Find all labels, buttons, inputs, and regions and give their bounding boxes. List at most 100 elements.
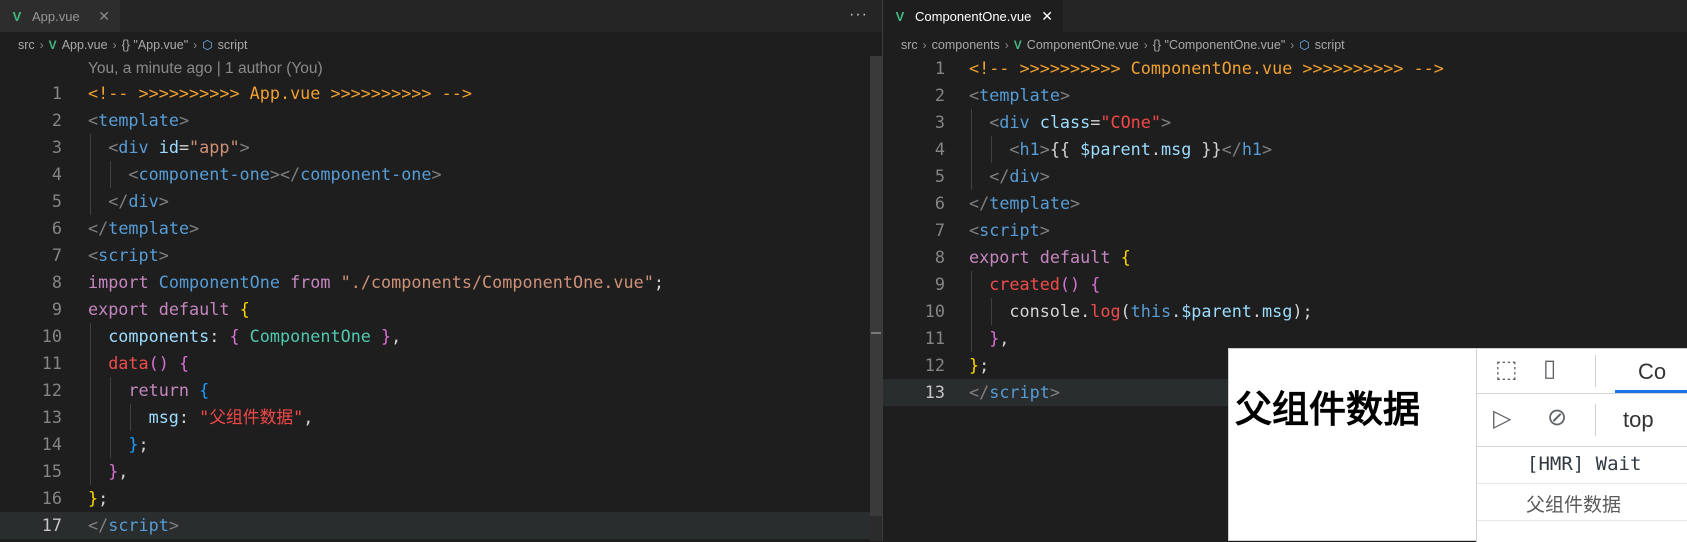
code-line[interactable]: 8 import ComponentOne from "./components/… — [0, 269, 882, 296]
line-code: }; — [88, 485, 108, 512]
code-token: "app" — [189, 137, 240, 157]
line-code: <div class="COne"> — [969, 109, 1171, 136]
code-token: "父组件数据" — [199, 407, 304, 427]
code-line[interactable]: 17 </script> — [0, 512, 882, 539]
toolbar-separator — [1595, 355, 1596, 387]
line-number: 6 — [934, 193, 945, 213]
code-line[interactable]: 7 <script> — [883, 217, 1687, 244]
browser-preview: 父组件数据 ⬚ ▯ Co ▷ ⊘ top [HMR] Wait 父组件数据 — [1228, 348, 1687, 542]
line-number: 10 — [41, 326, 62, 346]
close-icon[interactable]: ✕ — [1041, 8, 1053, 25]
left-editor-pane[interactable]: V App.vue ✕ ··· src › V App.vue › {} "Ap… — [0, 0, 882, 541]
code-line[interactable]: 9 created() { — [883, 271, 1687, 298]
code-token: } — [969, 355, 980, 375]
code-line[interactable]: 1 <!-- >>>>>>>>>> App.vue >>>>>>>>>> --> — [0, 80, 882, 107]
line-code: </div> — [88, 188, 169, 215]
code-line[interactable]: 9 export default { — [0, 296, 882, 323]
code-line[interactable]: 2 <template> — [0, 107, 882, 134]
breadcrumb-module[interactable]: {} "ComponentOne.vue" — [1153, 38, 1286, 52]
line-code: <!-- >>>>>>>>>> ComponentOne.vue >>>>>>>… — [969, 55, 1444, 82]
breadcrumb: src › V App.vue › {} "App.vue" › ⬡ scrip… — [18, 34, 248, 56]
breadcrumb-script[interactable]: script — [218, 38, 248, 52]
inspect-element-icon[interactable]: ⬚ — [1495, 355, 1518, 384]
code-line[interactable]: 8 export default { — [883, 244, 1687, 271]
tab-label: App.vue — [32, 8, 80, 24]
code-line[interactable]: 14}; — [0, 431, 882, 458]
code-token: h1 — [1019, 139, 1040, 159]
line-number: 8 — [934, 247, 945, 267]
device-toolbar-icon[interactable]: ▯ — [1543, 354, 1556, 383]
sidebar-toggle-icon[interactable]: ▷ — [1493, 404, 1511, 433]
code-token: msg — [148, 407, 179, 427]
tab-app-vue[interactable]: V App.vue ✕ — [0, 0, 120, 32]
line-code: data() { — [88, 350, 189, 377]
code-line[interactable]: 6 </template> — [883, 190, 1687, 217]
vertical-scrollbar[interactable] — [870, 56, 882, 541]
line-code: components: { ComponentOne }, — [88, 323, 401, 350]
breadcrumb-src[interactable]: src — [901, 38, 918, 52]
code-line[interactable]: 10 console.log(this.$parent.msg); — [883, 298, 1687, 325]
code-line[interactable]: 5 </div> — [0, 188, 882, 215]
code-line[interactable]: 1 <!-- >>>>>>>>>> ComponentOne.vue >>>>>>… — [883, 55, 1687, 82]
line-code: export default { — [969, 244, 1131, 271]
breadcrumb-components[interactable]: components — [932, 38, 1000, 52]
code-line[interactable]: 3 <div id="app"> — [0, 134, 882, 161]
more-actions-icon[interactable]: ··· — [849, 6, 868, 24]
clear-console-icon[interactable]: ⊘ — [1547, 403, 1567, 432]
context-selector[interactable]: top — [1623, 407, 1654, 433]
code-token: </ — [108, 191, 129, 211]
git-blame-codelens[interactable]: You, a minute ago | 1 author (You) — [88, 57, 323, 81]
tab-componentone-vue[interactable]: V ComponentOne.vue ✕ — [883, 0, 1063, 32]
code-token: export default — [969, 247, 1121, 267]
line-code: created() { — [969, 271, 1100, 298]
line-number: 4 — [934, 139, 945, 159]
line-code: </script> — [969, 379, 1060, 406]
scrollbar-marker — [871, 332, 881, 334]
code-token: <!-- >>>>>>>>>> ComponentOne.vue >>>>>>>… — [969, 58, 1444, 78]
line-number: 11 — [924, 328, 945, 348]
breadcrumb-module[interactable]: {} "App.vue" — [122, 38, 189, 52]
code-line[interactable]: 16}; — [0, 485, 882, 512]
code-line[interactable]: 12 return { — [0, 377, 882, 404]
toolbar-separator — [1595, 404, 1596, 436]
code-token: script — [989, 382, 1050, 402]
vue-icon: V — [895, 8, 905, 24]
code-token: class — [1039, 112, 1091, 132]
code-token: > — [1160, 112, 1172, 132]
scrollbar-thumb[interactable] — [870, 56, 882, 516]
tab-console[interactable]: Co — [1638, 359, 1666, 385]
breadcrumb-file[interactable]: ComponentOne.vue — [1027, 38, 1139, 52]
left-tab-bar: V App.vue ✕ ··· — [0, 0, 882, 32]
breadcrumb-script[interactable]: script — [1315, 38, 1345, 52]
code-token: } — [128, 434, 139, 454]
code-line[interactable]: 15}, — [0, 458, 882, 485]
code-token: ></ — [269, 164, 301, 184]
code-line[interactable]: 6 </template> — [0, 215, 882, 242]
breadcrumb-file[interactable]: App.vue — [62, 38, 108, 52]
code-line[interactable]: 10 components: { ComponentOne }, — [0, 323, 882, 350]
code-token: ; — [979, 355, 990, 375]
line-code: export default { — [88, 296, 250, 323]
code-token: } — [88, 488, 99, 508]
line-code: }, — [969, 325, 1009, 352]
vue-icon: V — [48, 38, 57, 52]
code-line[interactable]: 4 <component-one></component-one> — [0, 161, 882, 188]
chevron-right-icon: › — [922, 38, 927, 52]
code-line[interactable]: 7 <script> — [0, 242, 882, 269]
code-line[interactable]: 3 <div class="COne"> — [883, 109, 1687, 136]
line-number: 2 — [934, 85, 945, 105]
code-token: <!-- >>>>>>>>>> App.vue >>>>>>>>>> --> — [88, 83, 472, 103]
breadcrumb-src[interactable]: src — [18, 38, 35, 52]
code-editor-left[interactable]: 1 <!-- >>>>>>>>>> App.vue >>>>>>>>>> --> 2… — [0, 80, 882, 539]
code-token: </ — [969, 193, 990, 213]
code-line[interactable]: 5 </div> — [883, 163, 1687, 190]
close-icon[interactable]: ✕ — [98, 8, 110, 25]
code-line[interactable]: 4 <h1>{{ $parent.msg }}</h1> — [883, 136, 1687, 163]
code-line[interactable]: 13 msg: "父组件数据", — [0, 404, 882, 431]
code-token: $parent — [1181, 301, 1252, 321]
line-code: console.log(this.$parent.msg); — [969, 298, 1312, 325]
code-line[interactable]: 11 data() { — [0, 350, 882, 377]
code-line[interactable]: 2 <template> — [883, 82, 1687, 109]
code-token: </ — [88, 218, 109, 238]
code-token: </ — [88, 515, 109, 535]
